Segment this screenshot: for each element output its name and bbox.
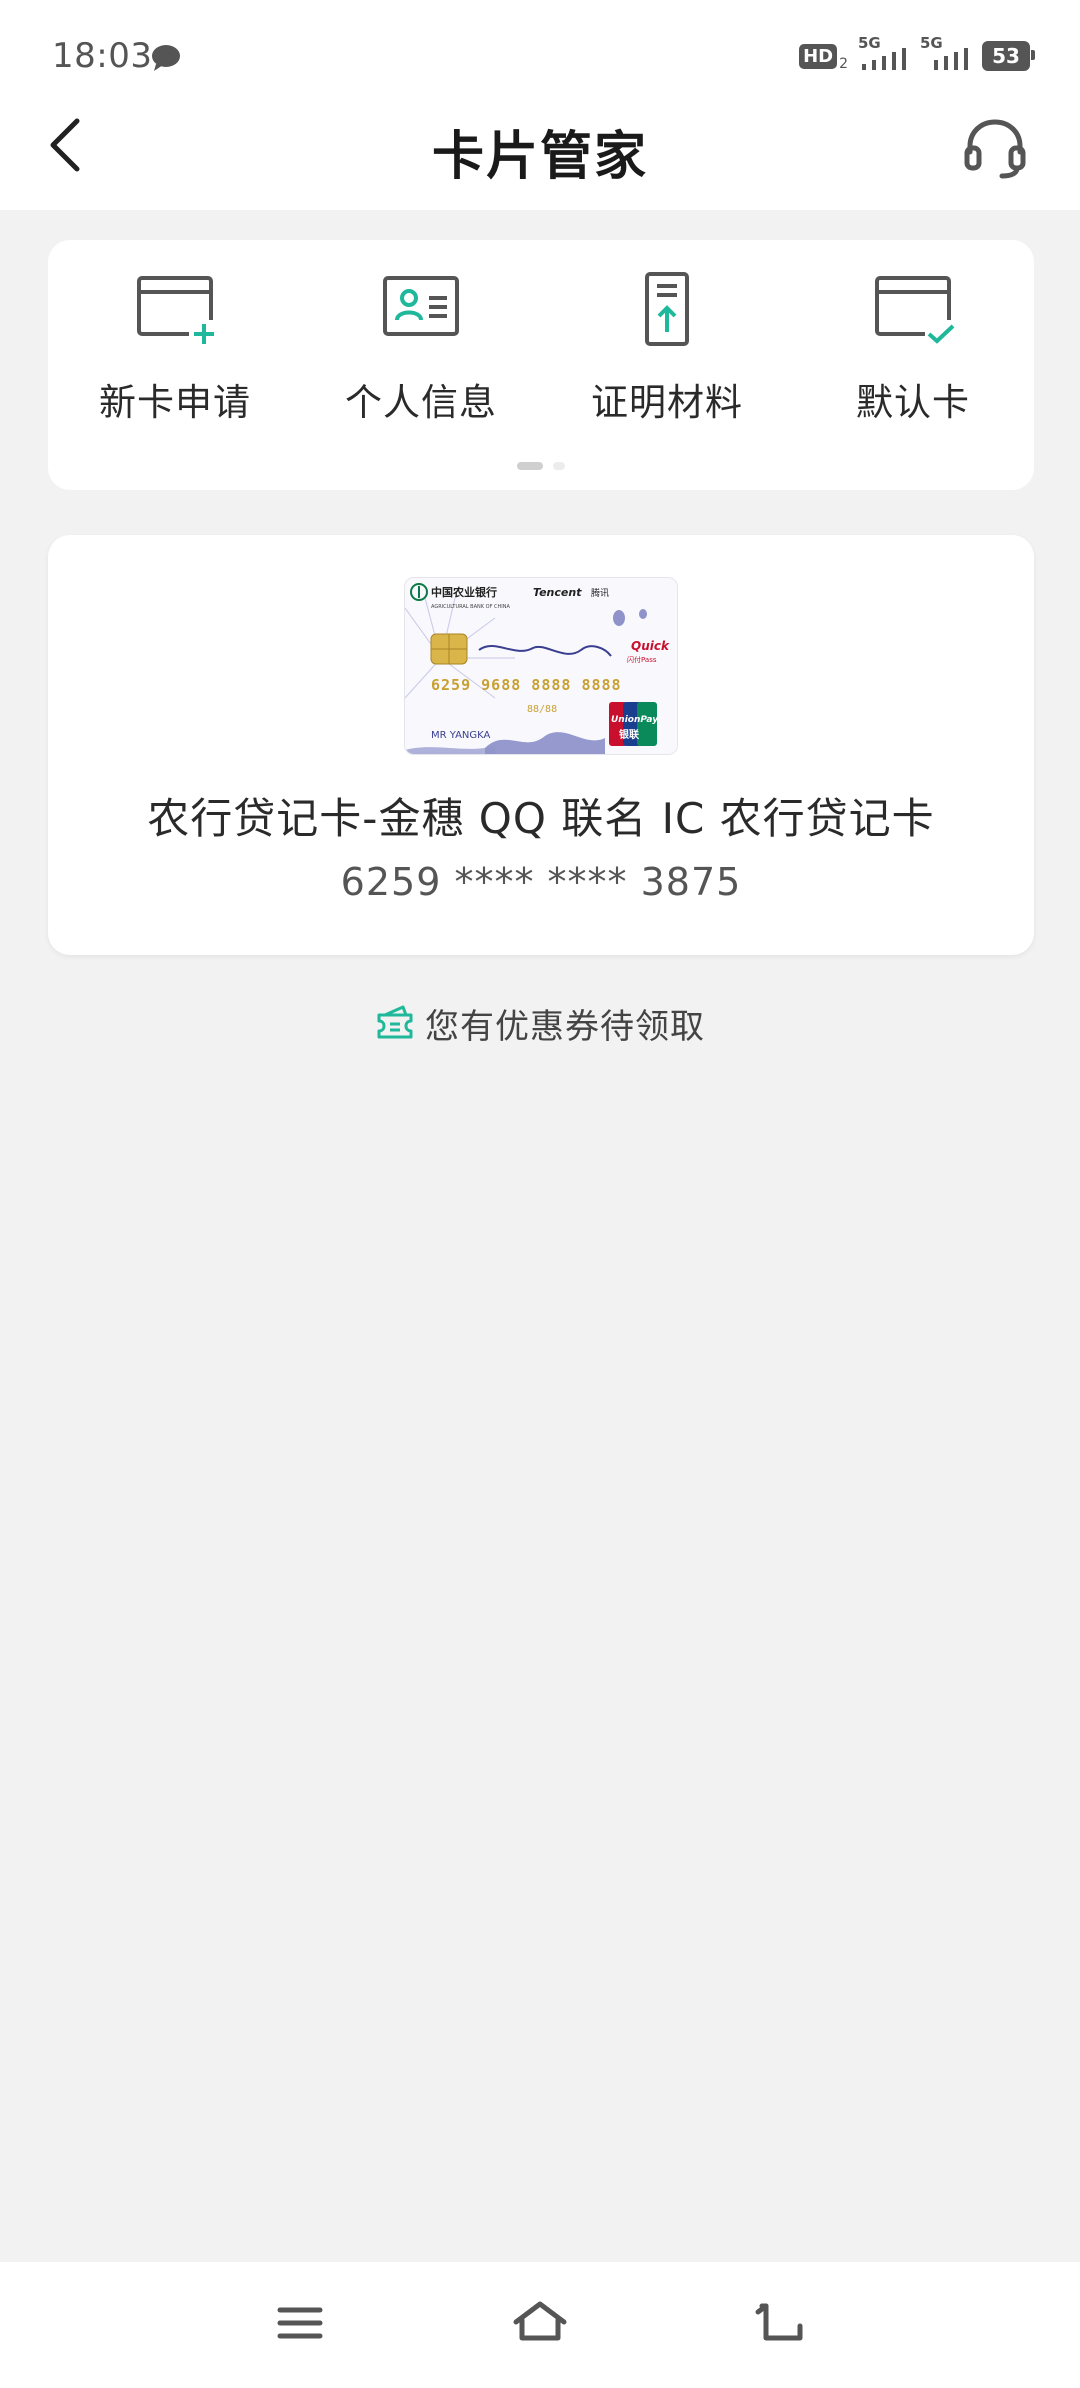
coupon-icon <box>377 1005 413 1039</box>
menu-icon <box>277 2307 323 2339</box>
home-button[interactable] <box>510 2298 570 2348</box>
action-proof-documents[interactable]: 证明材料 <box>552 270 782 430</box>
card-brand: Tencent <box>533 586 582 599</box>
headset-icon <box>964 119 1026 179</box>
action-personal-info[interactable]: 个人信息 <box>306 270 536 430</box>
header: 卡片管家 <box>0 100 1080 210</box>
card-image: 中国农业银行 AGRICULTURAL BANK OF CHINA Tencen… <box>404 577 678 755</box>
action-label: 新卡申请 <box>99 381 251 424</box>
back-nav-button[interactable] <box>750 2298 810 2348</box>
top-area: 18:03 HD 2 5G 5G 53 卡片管家 <box>0 0 1080 210</box>
page-indicator <box>48 462 1034 470</box>
action-new-card-application[interactable]: 新卡申请 <box>60 270 290 430</box>
card-brand-cn: 腾讯 <box>591 587 609 599</box>
card-quickpass-sub: 闪付Pass <box>627 655 657 664</box>
page-dot <box>553 462 565 470</box>
battery-level: 53 <box>992 44 1020 68</box>
card-add-icon <box>137 276 219 346</box>
quick-actions-card: 新卡申请 个人信息 证明材料 默认卡 <box>48 240 1034 490</box>
signal-5g-1-icon: 5G <box>858 34 910 76</box>
card-name: 农行贷记卡-金穗 QQ 联名 IC 农行贷记卡 <box>147 794 935 843</box>
svg-text:UnionPay: UnionPay <box>611 715 659 725</box>
card-check-icon <box>875 276 957 346</box>
page-dot-active <box>517 462 543 470</box>
document-upload-icon <box>645 272 689 346</box>
action-default-card[interactable]: 默认卡 <box>798 270 1028 430</box>
system-navigation-bar <box>0 2262 1080 2388</box>
status-indicators: HD 2 5G 5G 53 <box>799 34 1035 76</box>
svg-text:银联: 银联 <box>619 728 639 741</box>
home-icon <box>513 2301 567 2341</box>
coupon-text: 您有优惠券待领取 <box>425 1006 705 1047</box>
coupon-link[interactable]: 您有优惠券待领取 <box>0 998 1080 1048</box>
battery-icon: 53 <box>982 41 1035 71</box>
card-embossed-number: 6259 9688 8888 8888 <box>431 676 622 694</box>
id-card-icon <box>383 276 459 336</box>
hd-indicator: HD <box>799 43 838 69</box>
card-bank-sub: AGRICULTURAL BANK OF CHINA <box>431 604 511 610</box>
card-quickpass: Quick <box>631 639 670 653</box>
recent-apps-button[interactable] <box>270 2298 330 2348</box>
action-label: 个人信息 <box>345 381 497 424</box>
signal-5g-2-icon: 5G <box>920 34 972 76</box>
card-number: 6259 **** **** 3875 <box>340 860 742 904</box>
card-bank-name: 中国农业银行 <box>431 585 497 599</box>
status-bar: 18:03 HD 2 5G 5G 53 <box>0 0 1080 100</box>
card-expiry: 88/88 <box>527 704 557 715</box>
bank-card-item[interactable]: 中国农业银行 AGRICULTURAL BANK OF CHINA Tencen… <box>48 535 1034 955</box>
action-label: 默认卡 <box>856 381 970 424</box>
hd-sub-indicator: 2 <box>839 56 848 72</box>
message-notification-icon <box>152 45 180 71</box>
back-arrow-icon <box>755 2303 803 2341</box>
status-time: 18:03 <box>52 36 153 76</box>
action-label: 证明材料 <box>591 381 743 424</box>
card-holder: MR YANGKA <box>431 730 491 741</box>
customer-service-button[interactable] <box>962 114 1028 180</box>
unionpay-logo: UnionPay 银联 <box>609 702 659 746</box>
page-title: 卡片管家 <box>431 127 648 187</box>
